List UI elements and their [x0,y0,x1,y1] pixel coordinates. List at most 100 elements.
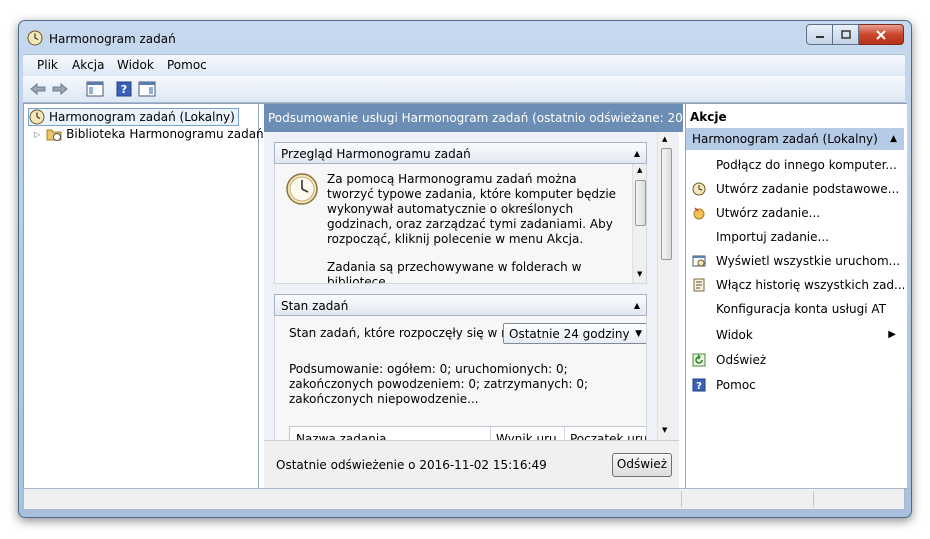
scroll-up-icon[interactable]: ▲ [662,135,667,143]
scroll-up-icon[interactable]: ▲ [637,166,642,174]
overview-text-more: Zadania są przechowywane w folderach w b… [327,260,582,284]
overview-text: Za pomocą Harmonogramu zadań można tworz… [327,172,617,246]
overview-section-body: Za pomocą Harmonogramu zadań można tworz… [274,164,647,284]
new-task-icon [693,207,705,220]
submenu-arrow-icon: ▶ [888,329,896,340]
column-run-result[interactable]: Wynik uru [496,432,557,440]
clock-wizard-icon [692,182,706,196]
actions-group-label: Harmonogram zadań (Lokalny) [692,132,878,146]
scroll-down-icon[interactable]: ▼ [662,426,667,434]
folder-clock-icon [46,129,62,141]
overview-section-header[interactable]: Przegląd Harmonogramu zadań ▲ [274,142,647,164]
clock-icon [286,173,318,205]
help-icon: ? [116,81,132,97]
action-view[interactable]: Widok ▶ [686,324,904,346]
console-tree: Harmonogram zadań (Lokalny) ▷ Biblioteka… [24,104,264,488]
show-tree-button[interactable] [85,80,105,98]
console-tree-icon [86,81,104,97]
forward-button[interactable] [51,80,69,98]
scroll-down-icon[interactable]: ▼ [637,270,642,278]
back-button[interactable] [29,80,47,98]
show-action-pane-button[interactable] [137,80,157,98]
action-label: Konfiguracja konta usługi AT [716,302,886,316]
status-filter-label: Stan zadań, które rozpoczęły się w na... [289,326,528,340]
action-display-running[interactable]: Wyświetl wszystkie uruchom... [686,250,904,272]
summary-header: Podsumowanie usługi Harmonogram zadań (o… [264,104,683,132]
refresh-icon [692,353,706,367]
svg-text:?: ? [121,83,127,96]
summary-scroll-area: Przegląd Harmonogramu zadań ▲ Za pomocą … [264,132,679,440]
menu-plik[interactable]: Plik [37,58,58,72]
action-label: Utwórz zadanie... [716,206,821,220]
tree-item-library[interactable]: ▷ Biblioteka Harmonogramu zadań [34,126,264,142]
summary-scroll-thumb[interactable] [661,148,672,260]
running-tasks-icon [692,255,706,267]
action-label: Podłącz do innego komputer... [716,158,897,172]
back-arrow-icon [30,83,46,95]
window-controls [806,24,904,45]
status-section-body: Stan zadań, które rozpoczęły się w na...… [274,316,647,440]
overview-scrollbar[interactable]: ▲ ▼ [632,164,646,283]
task-status-table-header: Nazwa zadania Wynik uru Początek uruc [289,426,646,440]
column-task-name[interactable]: Nazwa zadania [296,432,387,440]
overview-section-title: Przegląd Harmonogramu zadań [281,147,471,161]
forward-arrow-icon [52,83,68,95]
tree-item-root[interactable]: Harmonogram zadań (Lokalny) [28,108,239,126]
action-create-basic-task[interactable]: Utwórz zadanie podstawowe... [686,178,904,200]
collapse-up-icon[interactable]: ▲ [890,128,897,150]
summary-pane: Podsumowanie usługi Harmonogram zadań (o… [264,104,683,489]
task-scheduler-window: Harmonogram zadań Plik Akcja Widok Pomoc [18,20,912,518]
toolbar: ? [23,76,905,103]
maximize-button[interactable] [833,24,859,45]
action-label: Utwórz zadanie podstawowe... [716,182,900,196]
refresh-button[interactable]: Odśwież [612,453,672,477]
menu-pomoc[interactable]: Pomoc [167,58,207,72]
history-icon [693,278,705,292]
action-enable-history[interactable]: Włącz historię wszystkich zad... [686,274,904,296]
action-refresh[interactable]: Odśwież [686,349,904,371]
action-help[interactable]: ? Pomoc [686,374,904,396]
close-icon [876,29,886,40]
main-content: Harmonogram zadań (Lokalny) ▷ Biblioteka… [23,103,907,489]
menu-bar: Plik Akcja Widok Pomoc [23,54,905,76]
menu-akcja[interactable]: Akcja [72,58,104,72]
collapse-chevron-icon[interactable]: ▲ [634,143,640,165]
action-at-service-account[interactable]: Konfiguracja konta usługi AT [686,298,904,320]
minimize-icon [815,35,824,38]
action-pane-icon [138,81,156,97]
status-section-header[interactable]: Stan zadań ▲ [274,294,647,316]
tree-root-label: Harmonogram zadań (Lokalny) [49,110,235,124]
status-bar [23,488,905,510]
maximize-icon [840,30,851,39]
minimize-button[interactable] [806,24,833,45]
menu-widok[interactable]: Widok [117,58,154,72]
status-section-title: Stan zadań [281,299,349,313]
actions-group-header[interactable]: Harmonogram zadań (Lokalny) ▲ [686,128,904,150]
action-create-task[interactable]: Utwórz zadanie... [686,202,904,224]
overview-scroll-thumb[interactable] [635,180,646,226]
clock-icon [27,30,43,46]
close-button[interactable] [859,24,904,45]
action-label: Pomoc [716,378,756,392]
help-toolbar-button[interactable]: ? [115,80,133,98]
time-range-value: Ostatnie 24 godziny [509,327,630,341]
action-label: Odśwież [716,353,767,367]
title-bar[interactable]: Harmonogram zadań [19,21,911,55]
status-summary: Podsumowanie: ogółem: 0; uruchomionych: … [289,362,589,406]
help-icon: ? [692,378,706,392]
collapse-chevron-icon[interactable]: ▲ [634,295,640,317]
svg-text:?: ? [696,381,702,392]
action-label: Importuj zadanie... [716,230,829,244]
column-run-start[interactable]: Początek uruc [570,432,646,440]
action-connect-computer[interactable]: Podłącz do innego komputer... [686,154,904,176]
action-import-task[interactable]: Importuj zadanie... [686,226,904,248]
action-label: Włącz historię wszystkich zad... [716,278,904,292]
actions-pane: Akcje Harmonogram zadań (Lokalny) ▲ Podł… [685,104,907,488]
expand-arrow-icon[interactable]: ▷ [34,130,40,139]
summary-scrollbar[interactable]: ▲ ▼ [657,132,674,440]
window-title: Harmonogram zadań [49,32,176,46]
clock-icon [29,109,45,125]
time-range-select[interactable]: Ostatnie 24 godziny ▼ [503,323,646,344]
last-refresh-text: Ostatnie odświeżenie o 2016-11-02 15:16:… [276,458,547,472]
summary-footer: Ostatnie odświeżenie o 2016-11-02 15:16:… [264,440,679,489]
